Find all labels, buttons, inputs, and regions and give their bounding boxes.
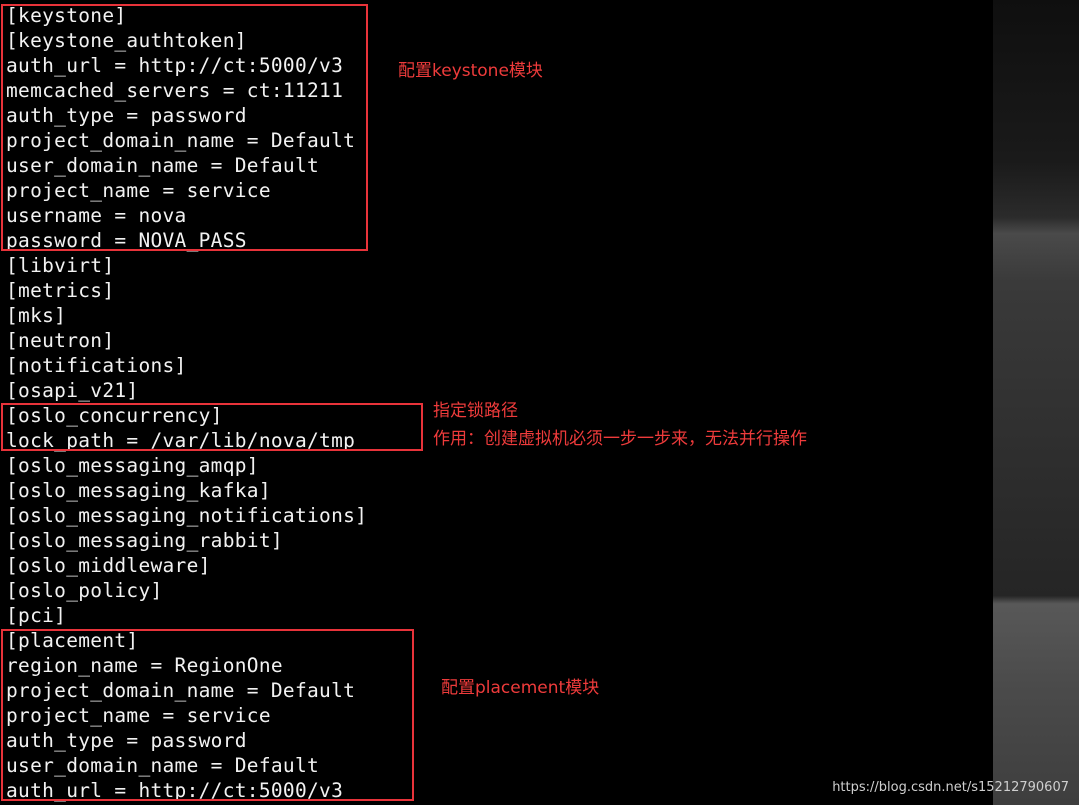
config-line: [oslo_messaging_notifications] — [6, 504, 368, 527]
watermark-url: https://blog.csdn.net/s15212790607 — [832, 780, 1069, 795]
background-photo-strip — [993, 0, 1079, 805]
config-line: [metrics] — [6, 279, 115, 302]
config-line: [pci] — [6, 604, 67, 627]
lock-path-annotation-detail: 作用：创建虚拟机必须一步一步来，无法并行操作 — [433, 429, 807, 449]
placement-annotation: 配置placement模块 — [441, 678, 600, 698]
config-line: [libvirt] — [6, 254, 115, 277]
config-line: [mks] — [6, 304, 67, 327]
keystone-annotation: 配置keystone模块 — [398, 61, 543, 81]
config-line: [notifications] — [6, 354, 187, 377]
oslo-concurrency-highlight-box — [1, 403, 423, 451]
config-line: [oslo_middleware] — [6, 554, 211, 577]
terminal-window[interactable]: [keystone] [keystone_authtoken] auth_url… — [0, 0, 993, 805]
config-line: [oslo_messaging_rabbit] — [6, 529, 283, 552]
config-line: [neutron] — [6, 329, 115, 352]
keystone-highlight-box — [1, 4, 368, 251]
config-line: [osapi_v21] — [6, 379, 139, 402]
config-line: [oslo_messaging_kafka] — [6, 479, 271, 502]
placement-highlight-box — [1, 629, 414, 801]
config-line: [oslo_policy] — [6, 579, 163, 602]
config-line: [oslo_messaging_amqp] — [6, 454, 259, 477]
lock-path-annotation-title: 指定锁路径 — [433, 401, 518, 421]
